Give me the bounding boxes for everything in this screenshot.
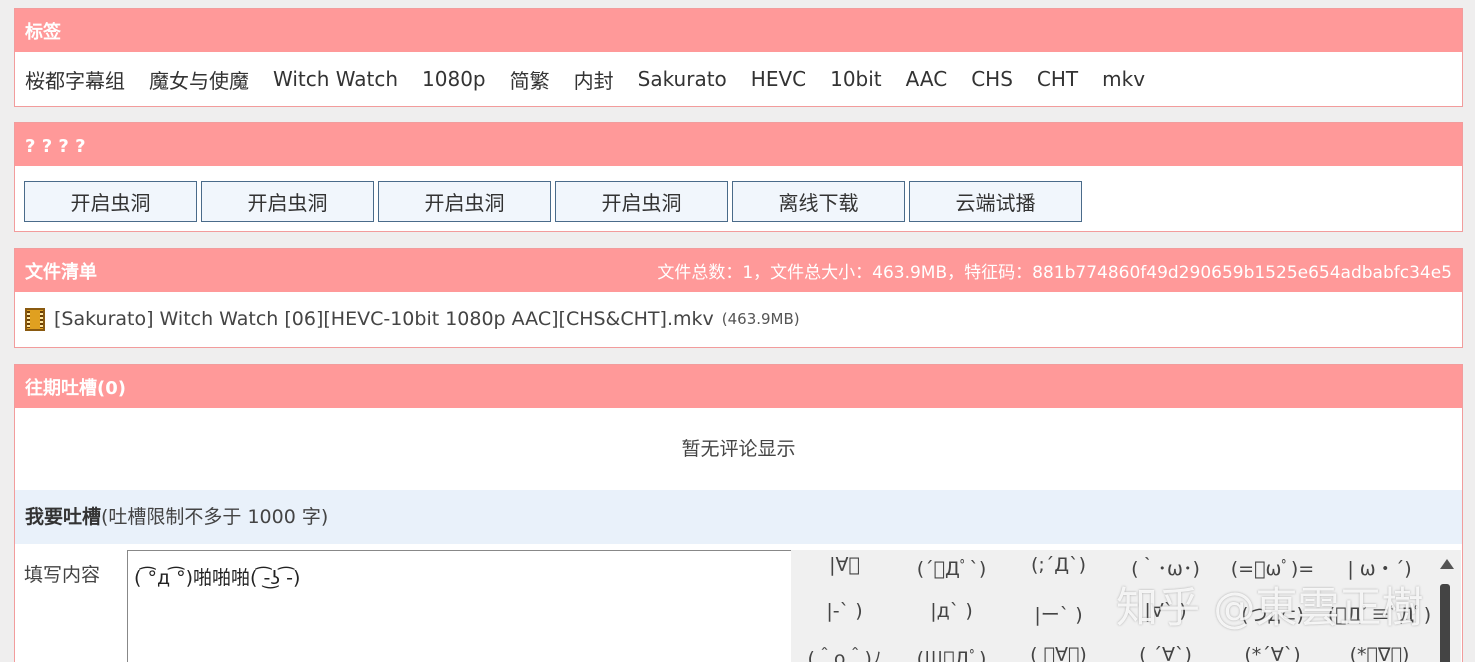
download-button-row: 开启虫洞 开启虫洞 开启虫洞 开启虫洞 离线下载 云端试播 (15, 166, 1462, 222)
emoticon-item[interactable]: (＾o＾)ﾉ (791, 644, 898, 662)
emoticon-item[interactable]: |д` ) (898, 600, 1005, 622)
film-icon (25, 307, 45, 331)
tag-list: 桜都字幕组 魔女与使魔 Witch Watch 1080p 简繁 内封 Saku… (15, 52, 1462, 106)
file-list-header: 文件清单 文件总数：1，文件总大小：463.9MB，特征码：881b774860… (15, 249, 1462, 292)
comment-textarea[interactable] (127, 550, 791, 662)
scroll-up-arrow-icon[interactable] (1440, 559, 1454, 569)
cloud-preview-button[interactable]: 云端试播 (909, 181, 1082, 222)
download-panel-title: ? ? ? ? (15, 123, 1462, 166)
tag-item[interactable]: 1080p (422, 67, 486, 91)
file-row: [Sakurato] Witch Watch [06][HEVC-10bit 1… (15, 292, 1462, 346)
tag-item[interactable]: Witch Watch (273, 67, 398, 91)
file-list-title: 文件清单 (25, 262, 97, 283)
wormhole-button-3[interactable]: 开启虫洞 (378, 181, 551, 222)
emoticon-item[interactable]: (｀･ω･) (1112, 554, 1219, 581)
emoticon-item[interactable]: (|||ﾟДﾟ) (898, 644, 1005, 662)
emoticon-item[interactable]: (ﾟДﾟ≡ﾟДﾟ) (1326, 600, 1433, 627)
emoticon-item[interactable]: (;´Д`) (1005, 554, 1112, 576)
comments-panel-title: 往期吐槽(0) (15, 365, 1462, 408)
download-panel: ? ? ? ? 开启虫洞 开启虫洞 开启虫洞 开启虫洞 离线下载 云端试播 (14, 122, 1463, 232)
emoticon-item[interactable]: (*ﾟ∇ﾟ) (1326, 644, 1433, 662)
file-summary: 文件总数：1，文件总大小：463.9MB，特征码：881b774860f49d2… (657, 263, 1452, 283)
wormhole-button-1[interactable]: 开启虫洞 (24, 181, 197, 222)
wormhole-button-2[interactable]: 开启虫洞 (201, 181, 374, 222)
emoticon-picker: |∀ﾟ (´ﾟДﾟ`) (;´Д`) (｀･ω･) (=ﾟωﾟ)= | ω・´)… (791, 550, 1433, 662)
tag-item[interactable]: Sakurato (638, 67, 727, 91)
tags-panel-title: 标签 (15, 9, 1462, 52)
no-comments-text: 暂无评论显示 (681, 438, 796, 460)
tag-item[interactable]: HEVC (751, 67, 806, 91)
emoticon-item[interactable]: |∀ﾟ (791, 554, 898, 576)
comment-field-label: 填写内容 (24, 564, 101, 586)
tag-item[interactable]: 内封 (574, 65, 614, 94)
tag-item[interactable]: AAC (906, 67, 948, 91)
emoticon-scrollbar[interactable] (1433, 550, 1461, 662)
write-comment-hint: (吐槽限制不多于 1000 字) (101, 506, 329, 528)
emoticon-item[interactable]: (*´∀`) (1219, 644, 1326, 662)
emoticon-item[interactable]: | ω・´) (1326, 554, 1433, 581)
tag-item[interactable]: mkv (1102, 67, 1145, 91)
emoticon-item[interactable]: |ー` ) (1005, 600, 1112, 627)
emoticon-item[interactable]: (つд⊂) (1219, 600, 1326, 627)
scroll-thumb[interactable] (1440, 584, 1450, 662)
comments-panel: 往期吐槽(0) 暂无评论显示 我要吐槽(吐槽限制不多于 1000 字) 填写内容… (14, 364, 1463, 662)
file-size: (463.9MB) (721, 310, 800, 328)
emoticon-item[interactable]: |-` ) (791, 600, 898, 622)
write-comment-bar: 我要吐槽(吐槽限制不多于 1000 字) (15, 490, 1462, 544)
offline-download-button[interactable]: 离线下载 (732, 181, 905, 222)
tags-panel: 标签 桜都字幕组 魔女与使魔 Witch Watch 1080p 简繁 内封 S… (14, 8, 1463, 107)
write-comment-title: 我要吐槽 (25, 506, 102, 528)
emoticon-item[interactable]: (=ﾟωﾟ)= (1219, 554, 1326, 581)
emoticon-item[interactable]: ( ﾟ∀ﾟ) (1005, 644, 1112, 662)
file-list-panel: 文件清单 文件总数：1，文件总大小：463.9MB，特征码：881b774860… (14, 248, 1463, 348)
emoticon-item[interactable]: (´ﾟДﾟ`) (898, 554, 1005, 581)
file-name: [Sakurato] Witch Watch [06][HEVC-10bit 1… (54, 308, 714, 330)
emoticon-item[interactable]: ( ´∀`) (1112, 644, 1219, 662)
tag-item[interactable]: 魔女与使魔 (149, 65, 249, 94)
tag-item[interactable]: 桜都字幕组 (25, 65, 125, 94)
tag-item[interactable]: 简繁 (510, 65, 550, 94)
tag-item[interactable]: 10bit (830, 67, 882, 91)
wormhole-button-4[interactable]: 开启虫洞 (555, 181, 728, 222)
comment-form: 填写内容 |∀ﾟ (´ﾟДﾟ`) (;´Д`) (｀･ω･) (=ﾟωﾟ)= |… (15, 544, 1462, 662)
tag-item[interactable]: CHS (971, 67, 1013, 91)
emoticon-item[interactable]: |∀` ) (1112, 600, 1219, 622)
tag-item[interactable]: CHT (1037, 67, 1078, 91)
